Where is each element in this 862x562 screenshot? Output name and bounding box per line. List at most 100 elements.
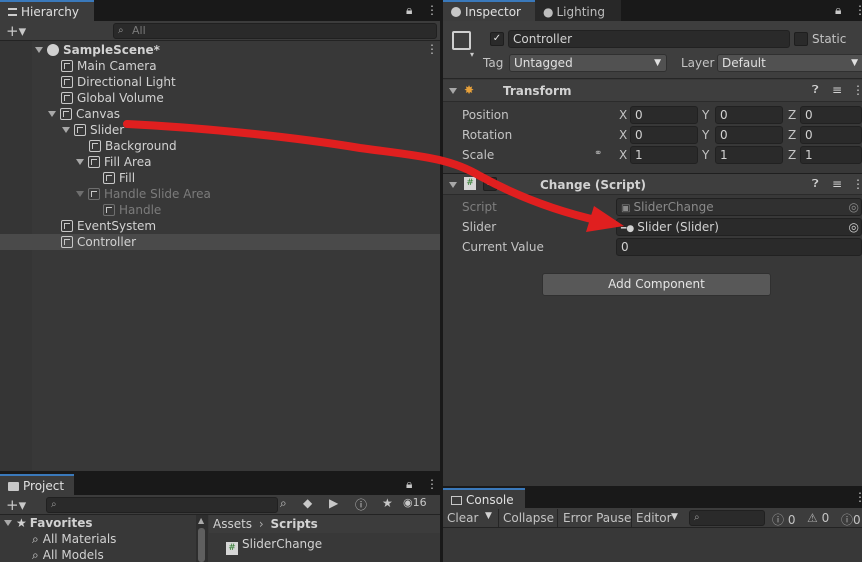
- position-y-field[interactable]: 0: [715, 106, 783, 124]
- more-menu-icon[interactable]: ⋮: [854, 3, 862, 17]
- editor-dropdown[interactable]: Editor: [636, 511, 672, 525]
- object-picker-icon[interactable]: ◎: [849, 219, 859, 235]
- scene-more-icon[interactable]: ⋮: [426, 42, 438, 56]
- hierarchy-item-directional-light[interactable]: Directional Light: [0, 74, 440, 90]
- error-count-toggle[interactable]: ⓘ0: [841, 511, 861, 528]
- favorite-item-all-materials[interactable]: ⌕ All Materials: [0, 531, 196, 547]
- transform-header[interactable]: ✸ Transform ❓︎ ≡ ⋮: [443, 80, 862, 102]
- add-object-button[interactable]: +▾: [6, 22, 26, 40]
- hierarchy-item-eventsystem[interactable]: EventSystem: [0, 218, 440, 234]
- error-pause-toggle[interactable]: Error Pause: [563, 511, 631, 525]
- filter-by-warning-icon[interactable]: ⓘ: [355, 496, 367, 513]
- script-component-header[interactable]: # ✓ Change (Script) ❓︎ ≡ ⋮: [443, 173, 862, 195]
- favorites-scrollbar[interactable]: ▲: [196, 515, 208, 562]
- component-menu-icon[interactable]: ⋮: [852, 83, 862, 97]
- more-menu-icon[interactable]: ⋮: [854, 490, 862, 504]
- layer-dropdown[interactable]: Default ▼: [717, 54, 862, 72]
- gameobject-large-icon[interactable]: [452, 31, 471, 50]
- object-picker-icon[interactable]: ◎: [849, 199, 859, 215]
- clear-options-dropdown-icon[interactable]: ▼: [485, 511, 492, 521]
- rotation-z-field[interactable]: 0: [800, 126, 862, 144]
- hidden-packages-icon[interactable]: ◉16: [403, 496, 427, 509]
- slider-reference-field[interactable]: ━● Slider (Slider) ◎: [616, 218, 862, 236]
- position-x-field[interactable]: 0: [630, 106, 698, 124]
- help-icon[interactable]: ❓︎: [812, 177, 819, 191]
- gameobject-icon: [103, 172, 115, 184]
- expand-arrow-icon[interactable]: [4, 520, 12, 526]
- active-checkbox[interactable]: ✓: [490, 32, 504, 46]
- icon-dropdown-arrow[interactable]: ▾: [470, 50, 474, 59]
- hierarchy-item-fill[interactable]: Fill: [0, 170, 440, 186]
- rotation-y-field[interactable]: 0: [715, 126, 783, 144]
- hierarchy-item-canvas[interactable]: Canvas: [0, 106, 440, 122]
- search-by-type-icon[interactable]: ⌕: [280, 496, 287, 511]
- scale-z-field[interactable]: 1: [800, 146, 862, 164]
- breadcrumb: Assets › Scripts: [209, 515, 440, 533]
- clear-button[interactable]: Clear: [447, 511, 478, 525]
- console-search-input[interactable]: ⌕: [689, 510, 765, 526]
- hierarchy-item-main-camera[interactable]: Main Camera: [0, 58, 440, 74]
- item-label: Global Volume: [77, 91, 164, 105]
- warning-count-toggle[interactable]: ⚠ 0: [807, 511, 829, 525]
- favorite-item-all-models[interactable]: ⌕ All Models: [0, 547, 196, 562]
- filter-by-type-icon[interactable]: ◆: [303, 496, 312, 510]
- lock-icon[interactable]: 🔒︎: [406, 477, 412, 492]
- lock-icon[interactable]: 🔒︎: [835, 3, 841, 18]
- gameobject-icon: [61, 76, 73, 88]
- preset-icon[interactable]: ≡: [832, 177, 842, 191]
- foldout-arrow-icon[interactable]: [449, 88, 457, 94]
- project-search-input[interactable]: ⌕: [46, 497, 278, 513]
- expand-arrow-icon[interactable]: [76, 191, 84, 197]
- tab-project[interactable]: Project: [0, 474, 74, 495]
- file-item-sliderchange[interactable]: # SliderChange: [226, 536, 440, 555]
- filter-by-label-icon[interactable]: ▶: [329, 496, 338, 510]
- constrain-proportions-icon[interactable]: ⚭: [594, 148, 602, 159]
- tab-lighting[interactable]: ● Lighting: [535, 0, 621, 21]
- tab-console[interactable]: Console: [443, 488, 525, 508]
- favorite-star-icon[interactable]: ★: [382, 496, 393, 510]
- expand-arrow-icon[interactable]: [48, 111, 56, 117]
- scene-row[interactable]: SampleScene*: [0, 42, 440, 58]
- tab-hierarchy[interactable]: Hierarchy: [0, 0, 94, 21]
- component-enabled-checkbox[interactable]: ✓: [483, 177, 497, 191]
- expand-arrow-icon[interactable]: [76, 159, 84, 165]
- hierarchy-item-background[interactable]: Background: [0, 138, 440, 154]
- hierarchy-item-handle[interactable]: Handle: [0, 202, 440, 218]
- scale-x-field[interactable]: 1: [630, 146, 698, 164]
- breadcrumb-scripts[interactable]: Scripts: [271, 517, 318, 531]
- hierarchy-item-slider[interactable]: Slider: [0, 122, 440, 138]
- help-icon[interactable]: ❓︎: [812, 83, 819, 97]
- more-menu-icon[interactable]: ⋮: [426, 3, 438, 17]
- position-z-field[interactable]: 0: [800, 106, 862, 124]
- scroll-up-icon[interactable]: ▲: [198, 516, 204, 525]
- tag-dropdown[interactable]: Untagged ▼: [509, 54, 667, 72]
- hierarchy-item-fill-area[interactable]: Fill Area: [0, 154, 440, 170]
- position-label: Position: [462, 108, 509, 122]
- create-asset-button[interactable]: +▾: [6, 496, 26, 514]
- object-name-field[interactable]: Controller: [508, 30, 790, 48]
- preset-icon[interactable]: ≡: [832, 83, 842, 97]
- hierarchy-item-handle-slide-area[interactable]: Handle Slide Area: [0, 186, 440, 202]
- hierarchy-search-input[interactable]: ⌕ All: [113, 23, 437, 39]
- layer-value: Default: [722, 56, 766, 70]
- scale-y-field[interactable]: 1: [715, 146, 783, 164]
- hierarchy-item-global-volume[interactable]: Global Volume: [0, 90, 440, 106]
- lock-icon[interactable]: 🔒︎: [406, 3, 412, 18]
- add-component-button[interactable]: Add Component: [542, 273, 771, 296]
- collapse-toggle[interactable]: Collapse: [503, 511, 554, 525]
- tab-inspector[interactable]: Inspector: [443, 0, 535, 21]
- vertical-splitter[interactable]: [440, 0, 443, 562]
- component-menu-icon[interactable]: ⋮: [852, 177, 862, 191]
- info-count-toggle[interactable]: ⓘ 0: [772, 511, 795, 528]
- hierarchy-item-controller[interactable]: Controller: [0, 234, 440, 250]
- expand-arrow-icon[interactable]: [35, 47, 43, 53]
- foldout-arrow-icon[interactable]: [449, 182, 457, 188]
- more-menu-icon[interactable]: ⋮: [426, 477, 438, 491]
- static-checkbox[interactable]: [794, 32, 808, 46]
- expand-arrow-icon[interactable]: [62, 127, 70, 133]
- current-value-field[interactable]: 0: [616, 238, 862, 256]
- breadcrumb-assets[interactable]: Assets: [213, 517, 252, 531]
- favorites-header[interactable]: ★ Favorites: [0, 515, 196, 531]
- scrollbar-thumb[interactable]: [198, 528, 205, 562]
- rotation-x-field[interactable]: 0: [630, 126, 698, 144]
